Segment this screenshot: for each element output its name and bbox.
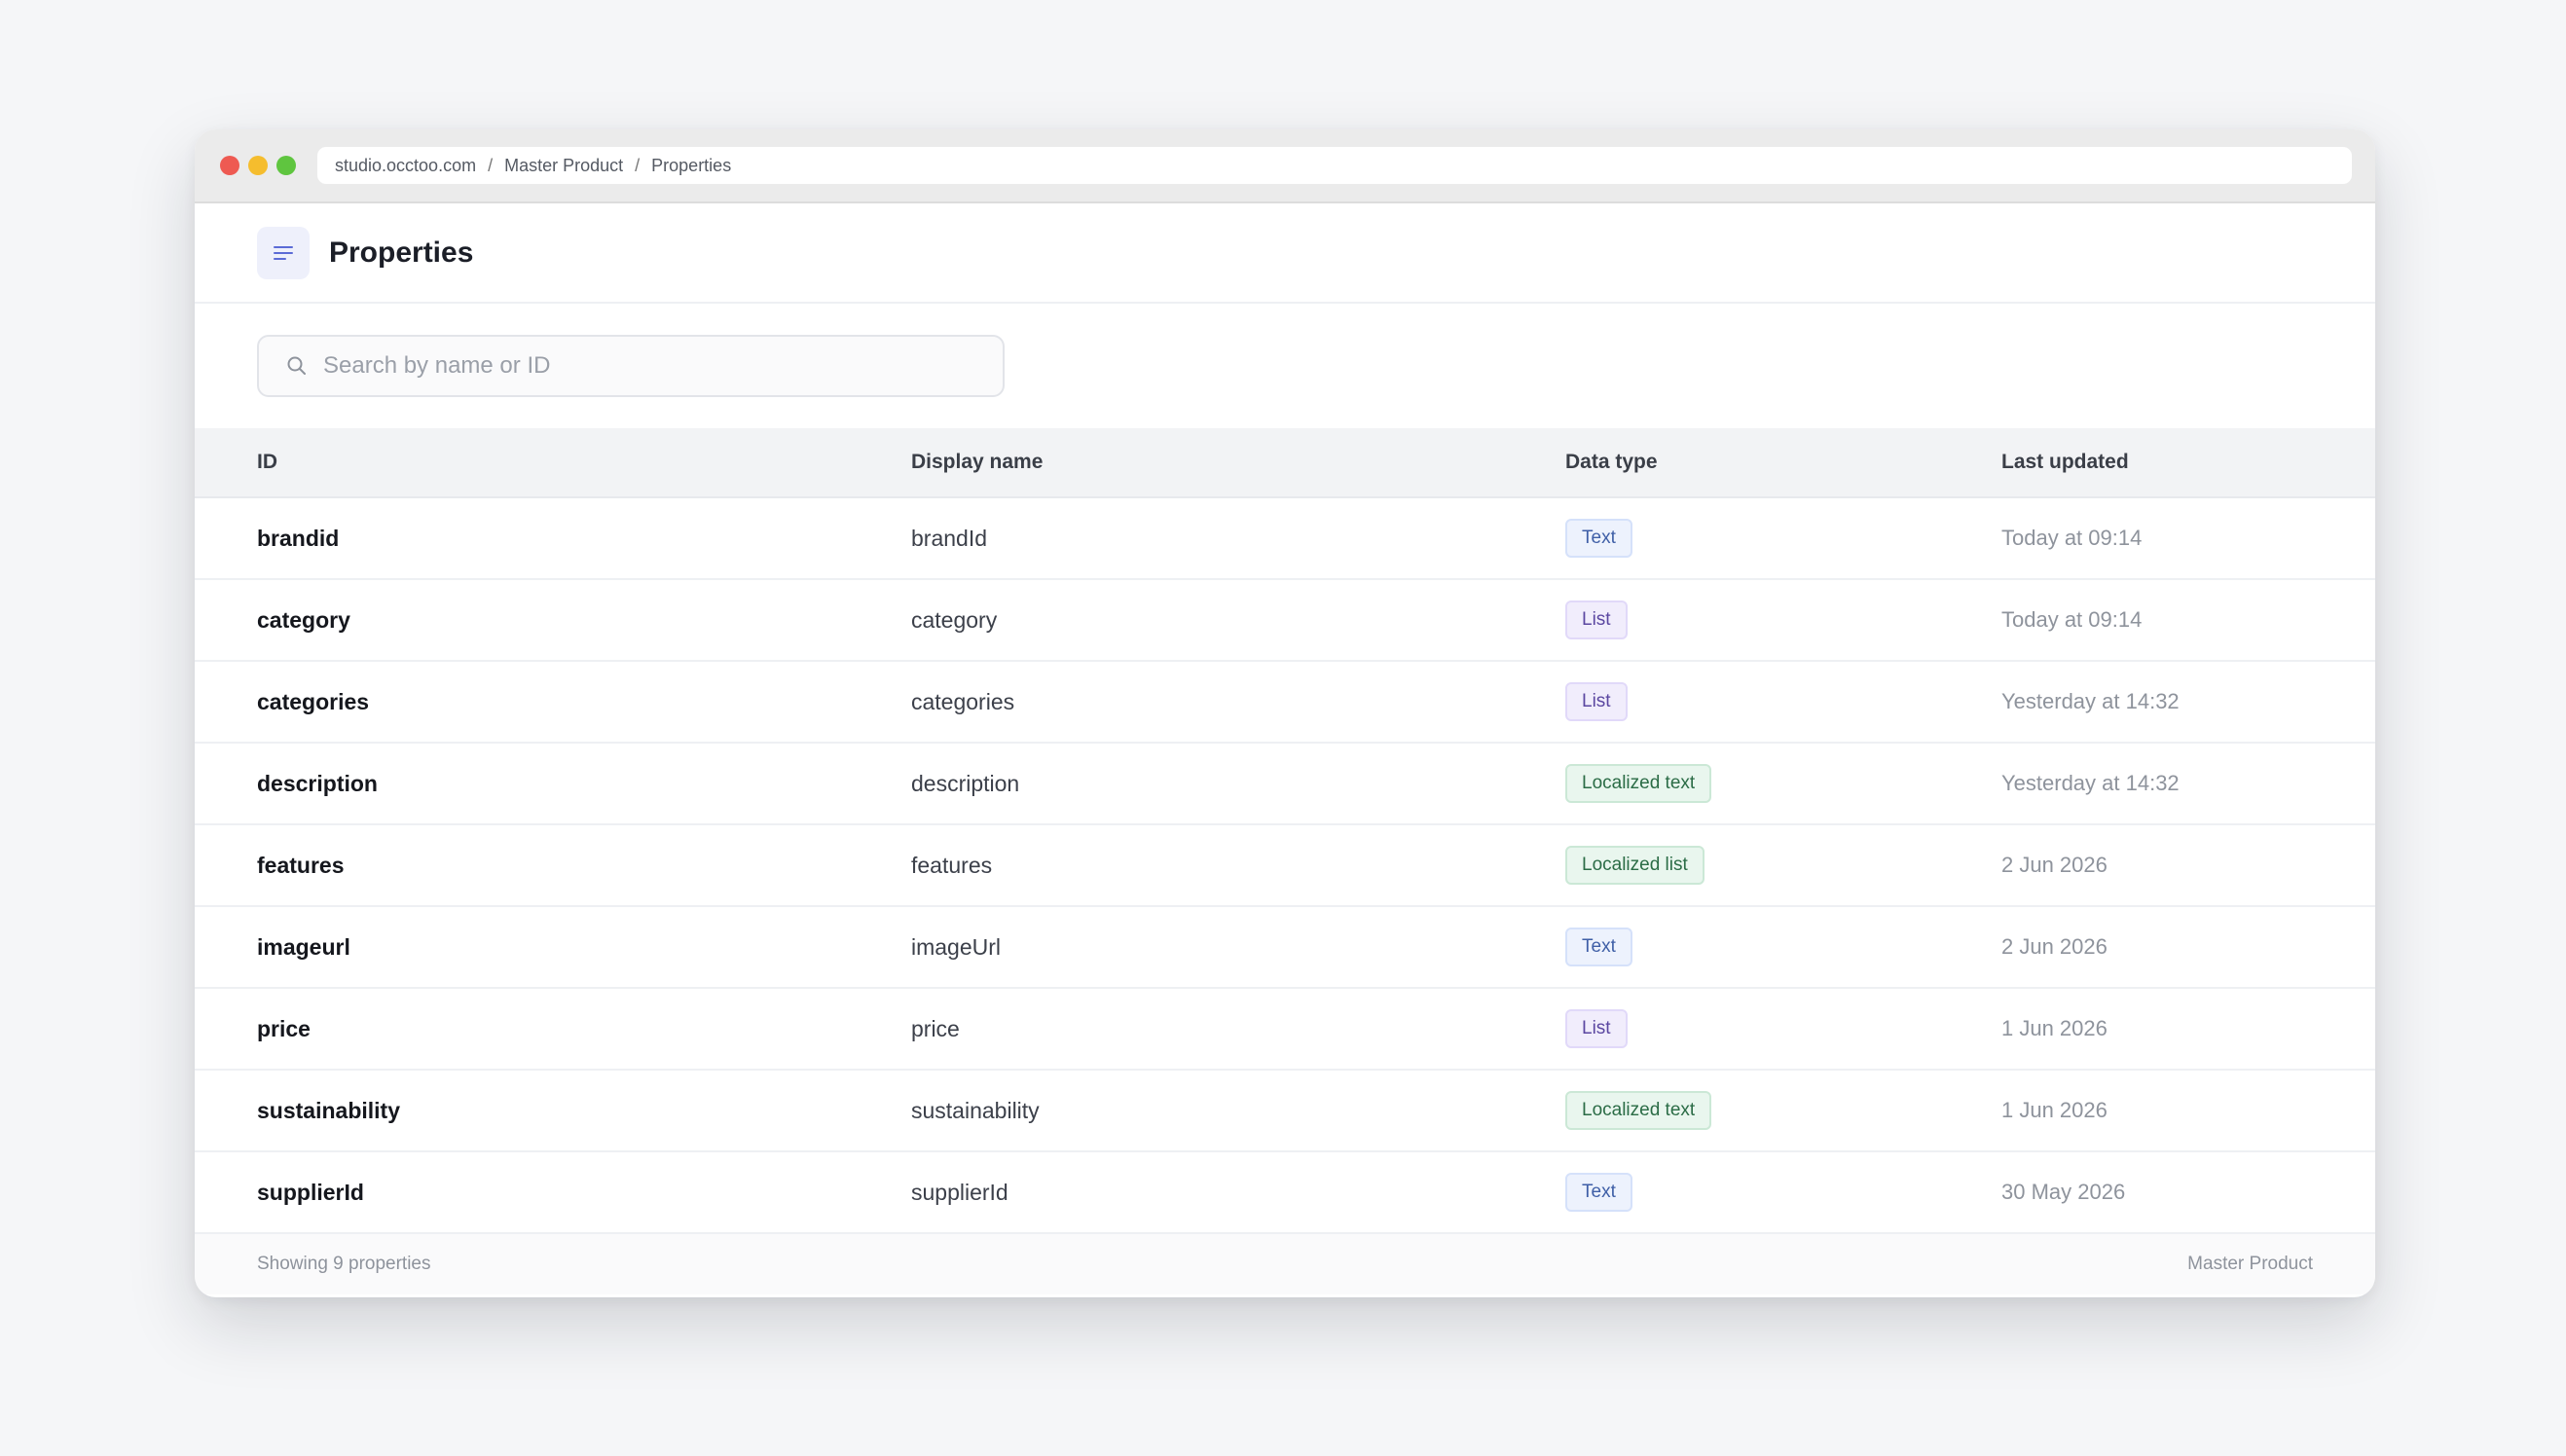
property-display-name: imageUrl: [911, 933, 1002, 960]
last-updated: 30 May 2026: [2001, 1180, 2126, 1204]
browser-window: studio.occtoo.com / Master Product / Pro…: [195, 129, 2375, 1297]
data-type-badge: Localized list: [1565, 846, 1705, 885]
browser-titlebar: studio.occtoo.com / Master Product / Pro…: [195, 129, 2375, 203]
footer-context: Master Product: [2187, 1254, 2313, 1274]
last-updated: Today at 09:14: [2001, 526, 2143, 550]
property-display-name: category: [911, 606, 998, 633]
property-display-name: sustainability: [911, 1097, 1040, 1123]
data-type-badge: List: [1565, 682, 1628, 721]
data-type-badge: Text: [1565, 1173, 1632, 1212]
data-type-cell: Text: [1565, 519, 2001, 558]
maximize-window-button[interactable]: [276, 156, 296, 175]
window-controls: [220, 156, 296, 175]
property-display-name: supplierId: [911, 1179, 1008, 1205]
property-id[interactable]: supplierId: [257, 1180, 911, 1206]
table-row[interactable]: price price List 1 Jun 2026: [195, 989, 2375, 1071]
property-id[interactable]: sustainability: [257, 1098, 911, 1124]
search-section: [195, 304, 2375, 428]
table-row[interactable]: category category List Today at 09:14: [195, 580, 2375, 662]
data-type-cell: Text: [1565, 1173, 2001, 1212]
table-row[interactable]: categories categories List Yesterday at 14:…: [195, 662, 2375, 744]
breadcrumb-separator: /: [635, 155, 641, 175]
property-id[interactable]: categories: [257, 689, 911, 715]
breadcrumb-master-product[interactable]: Master Product: [504, 156, 623, 176]
data-type-cell: List: [1565, 682, 2001, 721]
column-header-display-name[interactable]: Display name: [911, 451, 1565, 474]
page-title: Properties: [329, 236, 474, 269]
data-type-cell: Localized list: [1565, 846, 2001, 885]
last-updated: 2 Jun 2026: [2001, 853, 2108, 877]
close-window-button[interactable]: [220, 156, 239, 175]
property-id[interactable]: imageurl: [257, 934, 911, 961]
table-footer: Showing 9 properties Master Product: [195, 1234, 2375, 1294]
data-type-badge: List: [1565, 1009, 1628, 1048]
property-display-name: categories: [911, 688, 1015, 714]
table-row[interactable]: brandid brandId Text Today at 09:14: [195, 498, 2375, 580]
data-type-badge: Localized text: [1565, 764, 1712, 803]
breadcrumb-properties[interactable]: Properties: [651, 156, 731, 176]
page-header: Properties: [195, 203, 2375, 304]
column-header-data-type[interactable]: Data type: [1565, 451, 2001, 474]
data-type-badge: Localized text: [1565, 1091, 1712, 1130]
data-type-cell: Localized text: [1565, 764, 2001, 803]
property-id[interactable]: features: [257, 853, 911, 879]
property-display-name: price: [911, 1015, 960, 1041]
property-id[interactable]: price: [257, 1016, 911, 1042]
data-type-badge: Text: [1565, 928, 1632, 966]
column-header-last-updated[interactable]: Last updated: [2001, 451, 2375, 474]
data-type-cell: List: [1565, 1009, 2001, 1048]
data-type-badge: List: [1565, 601, 1628, 639]
column-header-id[interactable]: ID: [257, 451, 911, 474]
breadcrumb-domain[interactable]: studio.occtoo.com: [335, 156, 476, 176]
last-updated: Today at 09:14: [2001, 607, 2143, 632]
table-row[interactable]: supplierId supplierId Text 30 May 2026: [195, 1152, 2375, 1234]
property-display-name: features: [911, 852, 993, 878]
property-id[interactable]: brandid: [257, 526, 911, 552]
search-input[interactable]: [323, 352, 985, 380]
property-id[interactable]: category: [257, 607, 911, 634]
search-box[interactable]: [257, 335, 1005, 397]
last-updated: Yesterday at 14:32: [2001, 689, 2180, 713]
properties-table: ID Display name Data type Last updated b…: [195, 428, 2375, 1234]
breadcrumb-separator: /: [488, 155, 494, 175]
property-display-name: brandId: [911, 525, 988, 551]
row-count: Showing 9 properties: [257, 1254, 431, 1274]
menu-lines-icon: [274, 245, 293, 260]
table-body: brandid brandId Text Today at 09:14 category…: [195, 498, 2375, 1234]
table-row[interactable]: imageurl imageUrl Text 2 Jun 2026: [195, 907, 2375, 989]
property-id[interactable]: description: [257, 771, 911, 797]
property-display-name: description: [911, 770, 1020, 796]
data-type-cell: Localized text: [1565, 1091, 2001, 1130]
table-header: ID Display name Data type Last updated: [195, 428, 2375, 498]
last-updated: 2 Jun 2026: [2001, 934, 2108, 959]
last-updated: 1 Jun 2026: [2001, 1098, 2108, 1122]
table-row[interactable]: description description Localized text Yest…: [195, 744, 2375, 825]
minimize-window-button[interactable]: [248, 156, 268, 175]
data-type-cell: List: [1565, 601, 2001, 639]
data-type-badge: Text: [1565, 519, 1632, 558]
last-updated: Yesterday at 14:32: [2001, 771, 2180, 795]
table-row[interactable]: sustainability sustainability Localized te…: [195, 1071, 2375, 1152]
table-row[interactable]: features features Localized list 2 Jun 2026: [195, 825, 2375, 907]
last-updated: 1 Jun 2026: [2001, 1016, 2108, 1040]
search-icon: [287, 356, 306, 375]
menu-button[interactable]: [257, 226, 310, 279]
data-type-cell: Text: [1565, 928, 2001, 966]
address-bar[interactable]: studio.occtoo.com / Master Product / Pro…: [317, 147, 2352, 184]
